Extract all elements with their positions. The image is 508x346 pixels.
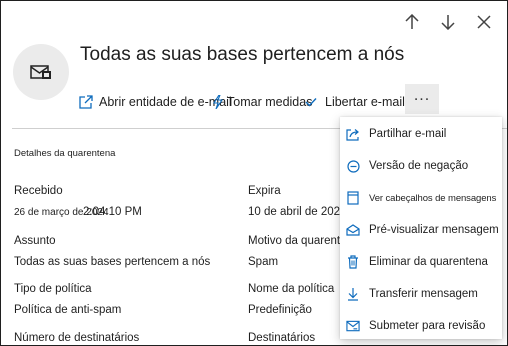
menu-item-preview-message[interactable]: Pré-visualizar mensagem	[340, 216, 502, 244]
policy-name-label: Nome da política	[248, 283, 335, 295]
menu-item-label: Versão de negação	[369, 160, 469, 172]
take-action-label: Tomar medidas	[227, 95, 313, 109]
menu-item-label: Transferir mensagem	[369, 288, 478, 300]
open-email-entity-button[interactable]: Abrir entidade de e-mail	[79, 91, 232, 113]
take-action-button[interactable]: Tomar medidas	[213, 91, 312, 113]
menu-item-view-headers[interactable]: Ver cabeçalhos de mensagens	[340, 184, 502, 212]
release-email-label: Libertar e-mail	[325, 95, 405, 109]
submit-mail-icon	[346, 320, 360, 333]
open-email-entity-label: Abrir entidade de e-mail	[99, 95, 232, 109]
policy-type-value: Política de anti-spam	[14, 304, 122, 316]
trash-icon	[346, 255, 360, 269]
more-actions-menu: Partilhar e-mail Versão de negação Ver c…	[340, 117, 502, 339]
arrow-down-icon	[441, 15, 455, 30]
menu-item-label: Partilhar e-mail	[369, 128, 447, 140]
received-label: Recebido	[14, 185, 63, 197]
page-title: Todas as suas bases pertencem a nós	[80, 44, 405, 65]
subject-value: Todas as suas bases pertencem a nós	[14, 256, 211, 268]
menu-item-share-email[interactable]: Partilhar e-mail	[340, 120, 502, 148]
quarantined-mail-icon	[30, 65, 51, 79]
close-icon	[477, 15, 491, 29]
section-title: Detalhes da quarentena	[14, 148, 116, 159]
menu-item-label: Pré-visualizar mensagem	[369, 224, 499, 236]
close-button[interactable]	[469, 11, 499, 33]
subject-label: Assunto	[14, 235, 56, 247]
quarantine-details-panel: Todas as suas bases pertencem a nós Abri…	[0, 0, 508, 346]
panel-navigation	[397, 11, 499, 33]
menu-item-label: Submeter para revisão	[369, 320, 486, 332]
menu-item-label: Eliminar da quarentena	[369, 256, 488, 268]
recipients-count-label: Número de destinatários	[14, 332, 140, 344]
previous-item-button[interactable]	[397, 11, 427, 33]
menu-item-submit-for-review[interactable]: Submeter para revisão	[340, 312, 502, 340]
more-icon: ...	[413, 87, 431, 104]
preview-mail-icon	[346, 224, 360, 236]
download-icon	[346, 287, 360, 301]
open-external-icon	[79, 95, 93, 109]
policy-type-label: Tipo de política	[14, 283, 92, 295]
share-icon	[346, 128, 360, 141]
more-actions-button[interactable]: ...	[405, 84, 439, 114]
menu-item-delete-from-quarantine[interactable]: Eliminar da quarentena	[340, 248, 502, 276]
received-value-time: 2:04:10 PM	[83, 206, 142, 218]
lightning-icon	[213, 95, 223, 109]
headers-icon	[346, 191, 360, 205]
menu-item-label: Ver cabeçalhos de mensagens	[369, 192, 497, 204]
menu-item-download-message[interactable]: Transferir mensagem	[340, 280, 502, 308]
menu-item-deny-release[interactable]: Versão de negação	[340, 152, 502, 180]
recipients-label: Destinatários	[248, 332, 316, 344]
next-item-button[interactable]	[433, 11, 463, 33]
avatar	[13, 44, 69, 100]
arrow-up-icon	[405, 14, 419, 29]
release-email-button[interactable]: Libertar e-mail	[305, 91, 405, 113]
quarantine-reason-value: Spam	[248, 256, 279, 268]
deny-icon	[346, 159, 360, 173]
checkmark-icon	[305, 97, 317, 107]
expires-label: Expira	[248, 185, 281, 197]
policy-name-value: Predefinição	[248, 304, 312, 316]
